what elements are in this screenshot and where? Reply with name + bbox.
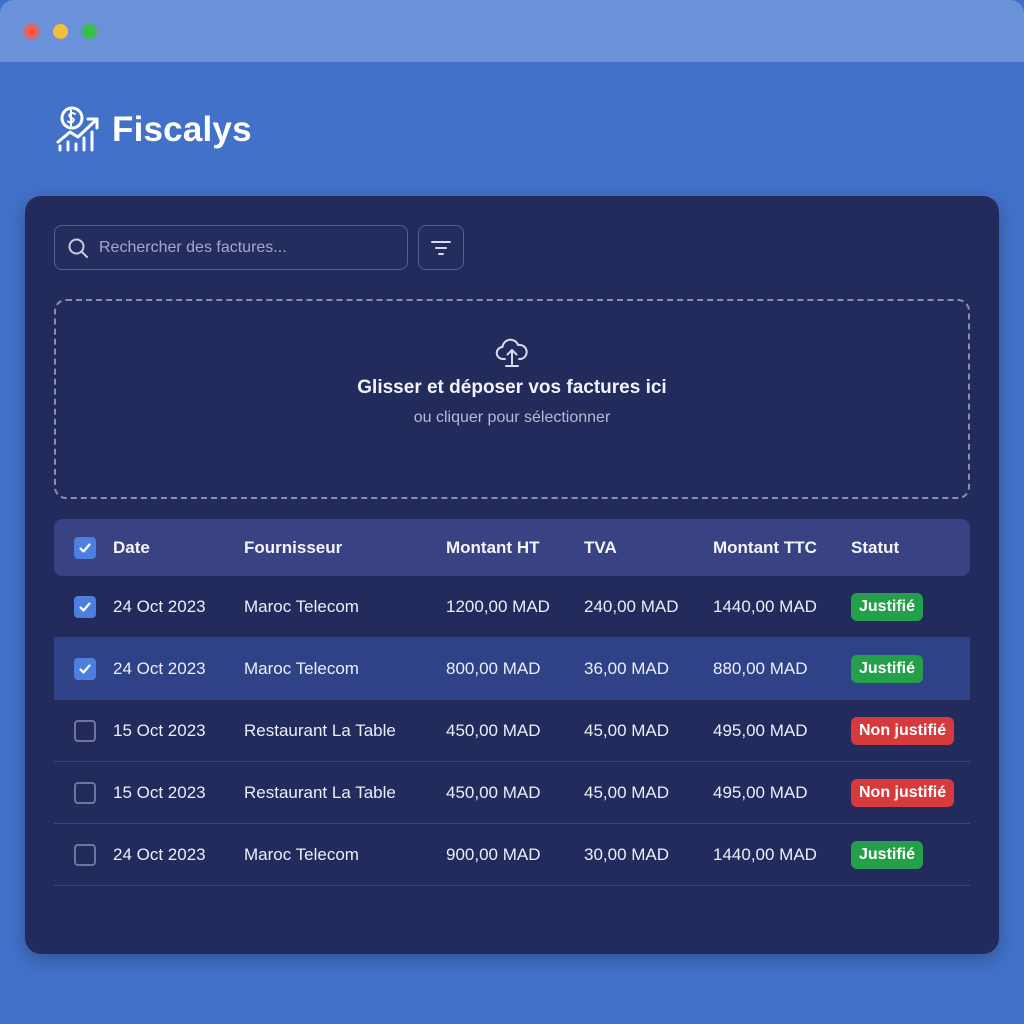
row-checkbox[interactable] xyxy=(74,657,96,680)
cell-date: 24 Oct 2023 xyxy=(113,658,206,678)
row-checkbox[interactable] xyxy=(74,781,96,804)
column-header-supplier[interactable]: Fournisseur xyxy=(244,538,446,558)
status-badge: Justifié xyxy=(851,592,924,621)
table-row[interactable]: 24 Oct 2023 Maroc Telecom 900,00 MAD 30,… xyxy=(54,824,970,886)
cell-date: 15 Oct 2023 xyxy=(113,782,206,802)
cell-tva: 240,00 MAD xyxy=(584,596,679,616)
maximize-window-button[interactable] xyxy=(82,24,97,39)
column-header-amount-ht[interactable]: Montant HT xyxy=(446,538,584,558)
search-field[interactable] xyxy=(54,225,408,270)
search-icon xyxy=(68,238,88,258)
check-icon xyxy=(79,542,91,553)
cloud-upload-icon xyxy=(495,338,528,367)
cell-amount-ttc: 495,00 MAD xyxy=(713,782,808,802)
invoice-dropzone[interactable]: Glisser et déposer vos factures ici ou c… xyxy=(54,299,970,499)
table-row[interactable]: 24 Oct 2023 Maroc Telecom 1200,00 MAD 24… xyxy=(54,576,970,638)
cell-amount-ht: 900,00 MAD xyxy=(446,844,541,864)
cell-amount-ht: 450,00 MAD xyxy=(446,782,541,802)
column-header-amount-ttc[interactable]: Montant TTC xyxy=(713,538,851,558)
cell-supplier: Restaurant La Table xyxy=(244,720,396,740)
close-window-button[interactable] xyxy=(24,24,39,39)
status-badge: Non justifié xyxy=(851,716,955,745)
cell-amount-ttc: 880,00 MAD xyxy=(713,658,808,678)
column-header-status[interactable]: Statut xyxy=(851,538,970,558)
cell-date: 24 Oct 2023 xyxy=(113,596,206,616)
cell-date: 15 Oct 2023 xyxy=(113,720,206,740)
cell-supplier: Maroc Telecom xyxy=(244,844,359,864)
window-titlebar xyxy=(0,0,1024,62)
row-checkbox[interactable] xyxy=(74,719,96,742)
brand-name: Fiscalys xyxy=(112,110,252,149)
row-checkbox[interactable] xyxy=(74,843,96,866)
cell-amount-ttc: 1440,00 MAD xyxy=(713,596,817,616)
status-badge: Non justifié xyxy=(851,778,955,807)
table-header: Date Fournisseur Montant HT TVA Montant … xyxy=(54,519,970,576)
cell-amount-ttc: 1440,00 MAD xyxy=(713,844,817,864)
check-icon xyxy=(79,601,91,612)
status-badge: Justifié xyxy=(851,654,924,683)
dropzone-title: Glisser et déposer vos factures ici xyxy=(357,377,667,398)
table-row[interactable]: 15 Oct 2023 Restaurant La Table 450,00 M… xyxy=(54,700,970,762)
cell-amount-ht: 450,00 MAD xyxy=(446,720,541,740)
table-row[interactable]: 24 Oct 2023 Maroc Telecom 800,00 MAD 36,… xyxy=(54,638,970,700)
invoices-panel: Glisser et déposer vos factures ici ou c… xyxy=(25,196,999,954)
select-all-checkbox[interactable] xyxy=(74,536,96,559)
row-checkbox[interactable] xyxy=(74,595,96,618)
brand-header: Fiscalys xyxy=(52,102,252,158)
cell-amount-ttc: 495,00 MAD xyxy=(713,720,808,740)
cell-amount-ht: 800,00 MAD xyxy=(446,658,541,678)
cell-supplier: Restaurant La Table xyxy=(244,782,396,802)
cell-tva: 45,00 MAD xyxy=(584,782,670,802)
filter-icon xyxy=(431,240,451,255)
cell-supplier: Maroc Telecom xyxy=(244,658,359,678)
column-header-tva[interactable]: TVA xyxy=(584,538,713,558)
invoices-table: Date Fournisseur Montant HT TVA Montant … xyxy=(54,519,970,886)
cell-tva: 36,00 MAD xyxy=(584,658,670,678)
dropzone-subtitle: ou cliquer pour sélectionner xyxy=(413,409,611,426)
column-header-date[interactable]: Date xyxy=(113,538,244,558)
cell-supplier: Maroc Telecom xyxy=(244,596,359,616)
check-icon xyxy=(79,663,91,674)
cell-tva: 45,00 MAD xyxy=(584,720,670,740)
search-input[interactable] xyxy=(99,238,389,257)
status-badge: Justifié xyxy=(851,840,924,869)
cell-amount-ht: 1200,00 MAD xyxy=(446,596,550,616)
minimize-window-button[interactable] xyxy=(53,24,68,39)
cell-date: 24 Oct 2023 xyxy=(113,844,206,864)
table-row[interactable]: 15 Oct 2023 Restaurant La Table 450,00 M… xyxy=(54,762,970,824)
filter-button[interactable] xyxy=(418,225,464,270)
dollar-growth-chart-icon xyxy=(56,106,99,152)
cell-tva: 30,00 MAD xyxy=(584,844,670,864)
